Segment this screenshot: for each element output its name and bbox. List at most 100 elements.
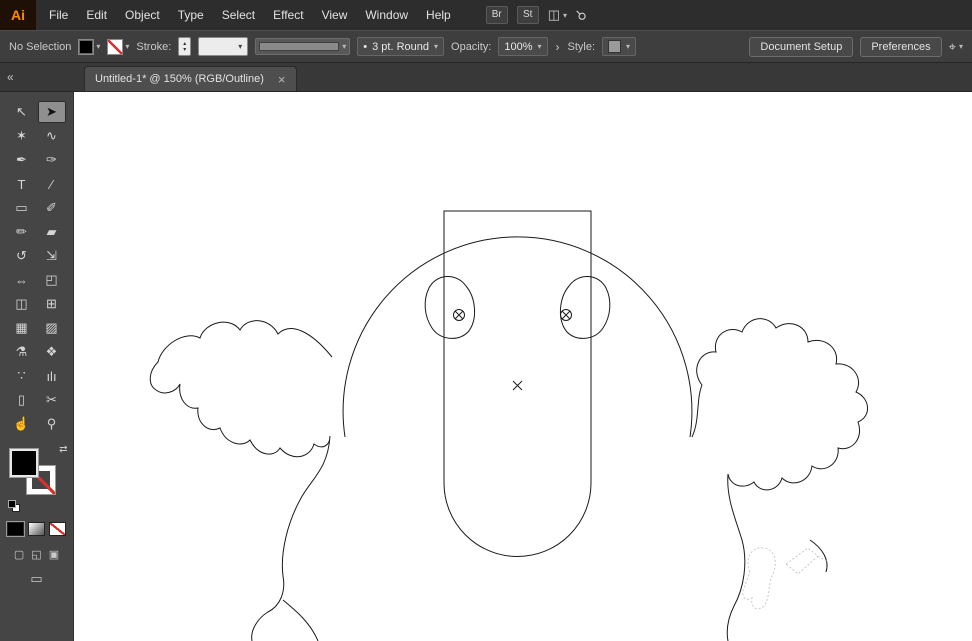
menubar-items: File Edit Object Type Select Effect View Window… bbox=[40, 0, 460, 30]
draw-inside-button[interactable]: ▣ bbox=[49, 548, 59, 561]
menu-select[interactable]: Select bbox=[213, 0, 264, 30]
menu-edit[interactable]: Edit bbox=[77, 0, 116, 30]
tool-perspective-grid[interactable]: ⊞ bbox=[38, 293, 66, 315]
preferences-button[interactable]: Preferences bbox=[860, 36, 942, 57]
tool-eraser[interactable]: ▰ bbox=[38, 221, 66, 243]
menubar-right: Br St ◫ ▾ ⚲ bbox=[485, 6, 590, 24]
menu-help[interactable]: Help bbox=[417, 0, 460, 30]
mesh-icon: ▦ bbox=[15, 320, 28, 335]
brush-preview-dot: • bbox=[363, 40, 368, 53]
rectangle-icon: ▭ bbox=[15, 200, 28, 215]
ghost-left-arm[interactable] bbox=[149, 320, 333, 641]
arrange-documents-icon: ◫ bbox=[547, 7, 561, 22]
graphic-style-combo[interactable]: ▾ bbox=[602, 37, 637, 56]
fill-color-control[interactable]: ▾ bbox=[78, 38, 101, 55]
variable-width-profile-combo[interactable]: ▾ bbox=[255, 38, 351, 55]
tool-gradient[interactable]: ▨ bbox=[38, 317, 66, 339]
tool-line-segment[interactable]: ∕ bbox=[38, 173, 66, 195]
default-fill-stroke-icon[interactable] bbox=[7, 500, 20, 512]
swap-fill-stroke-icon[interactable]: ⇄ bbox=[59, 444, 67, 455]
tool-shaper[interactable]: ✏ bbox=[8, 221, 36, 243]
tool-magic-wand[interactable]: ✶ bbox=[8, 125, 36, 147]
ghost-left-arm-tail[interactable] bbox=[282, 599, 319, 641]
touch-workspace-button[interactable]: ⌖ ▾ bbox=[949, 39, 963, 55]
tool-shape-builder[interactable]: ◫ bbox=[8, 293, 36, 315]
tool-mesh[interactable]: ▦ bbox=[8, 317, 36, 339]
fill-swatch[interactable] bbox=[8, 448, 39, 478]
chevron-down-icon: ▾ bbox=[125, 42, 130, 51]
tab-close-button[interactable]: × bbox=[278, 73, 286, 86]
document-tab-bar: « Untitled-1* @ 150% (RGB/Outline) × bbox=[0, 63, 972, 92]
tool-free-transform[interactable]: ◰ bbox=[38, 269, 66, 291]
tool-curvature[interactable]: ✑ bbox=[38, 149, 66, 171]
blend-icon: ❖ bbox=[45, 344, 58, 359]
right-eye-anchor-cross[interactable] bbox=[561, 310, 571, 320]
screen-mode-button[interactable]: ▭ bbox=[30, 571, 42, 587]
document-setup-button[interactable]: Document Setup bbox=[749, 36, 854, 57]
tool-artboard[interactable]: ▯ bbox=[8, 389, 36, 411]
menu-type[interactable]: Type bbox=[169, 0, 213, 30]
stroke-color-control[interactable]: ▾ bbox=[107, 38, 130, 55]
brush-definition-combo[interactable]: • 3 pt. Round ▾ bbox=[357, 37, 445, 56]
draw-behind-button[interactable]: ◱ bbox=[31, 548, 41, 561]
ghost-head-dome[interactable] bbox=[342, 236, 693, 438]
tool-type[interactable]: T bbox=[8, 173, 36, 195]
tool-rectangle[interactable]: ▭ bbox=[8, 197, 36, 219]
shaper-icon: ✏ bbox=[16, 224, 27, 239]
transparency-panel-chevron[interactable]: › bbox=[555, 40, 561, 54]
gradient-button[interactable] bbox=[28, 522, 45, 536]
app-logo: Ai bbox=[0, 0, 36, 30]
menu-effect[interactable]: Effect bbox=[264, 0, 312, 30]
stroke-weight-stepper[interactable]: ▴ ▾ bbox=[178, 37, 192, 56]
control-bar: No Selection ▾ ▾ Stroke: ▴ ▾ ▾ ▾ • 3 pt.… bbox=[0, 30, 972, 63]
symbol-sprayer-icon: ∵ bbox=[17, 368, 26, 383]
tool-symbol-sprayer[interactable]: ∵ bbox=[8, 365, 36, 387]
tool-zoom[interactable]: ⚲ bbox=[38, 413, 66, 435]
opacity-label: Opacity: bbox=[451, 40, 492, 53]
none-button[interactable] bbox=[49, 522, 66, 536]
tool-column-graph[interactable]: ılı bbox=[38, 365, 66, 387]
tool-lasso[interactable]: ∿ bbox=[38, 125, 66, 147]
tool-blend[interactable]: ❖ bbox=[38, 341, 66, 363]
menu-file[interactable]: File bbox=[40, 0, 77, 30]
chevron-down-icon: ▾ bbox=[96, 42, 101, 51]
paint-mode-buttons bbox=[7, 522, 66, 536]
tool-eyedropper[interactable]: ⚗ bbox=[8, 341, 36, 363]
menu-window[interactable]: Window bbox=[356, 0, 417, 30]
panel-collapse-button[interactable]: « bbox=[0, 70, 74, 84]
left-eye-anchor-cross[interactable] bbox=[454, 310, 464, 320]
color-button[interactable] bbox=[7, 522, 24, 536]
tool-pen[interactable]: ✒ bbox=[8, 149, 36, 171]
menubar: Ai File Edit Object Type Select Effect View Win… bbox=[0, 0, 972, 30]
menu-object[interactable]: Object bbox=[116, 0, 169, 30]
draw-normal-button[interactable]: ▢ bbox=[14, 548, 24, 561]
opacity-combo[interactable]: 100% ▾ bbox=[498, 37, 548, 56]
ghost-right-eye[interactable] bbox=[560, 276, 611, 339]
tool-rotate[interactable]: ↺ bbox=[8, 245, 36, 267]
ghost-left-eye[interactable] bbox=[424, 276, 475, 339]
bridge-button[interactable]: Br bbox=[485, 6, 508, 24]
stock-button[interactable]: St bbox=[516, 6, 539, 24]
tool-slice[interactable]: ✂ bbox=[38, 389, 66, 411]
center-point-cross[interactable] bbox=[512, 380, 523, 391]
tool-paintbrush[interactable]: ✐ bbox=[38, 197, 66, 219]
width-profile-preview bbox=[259, 42, 340, 51]
document-tab[interactable]: Untitled-1* @ 150% (RGB/Outline) × bbox=[84, 66, 297, 91]
menu-view[interactable]: View bbox=[313, 0, 357, 30]
search-button[interactable]: ⚲ bbox=[572, 7, 589, 24]
tool-direct-selection[interactable]: ➤ bbox=[37, 101, 66, 123]
tool-width[interactable]: ⇔ bbox=[8, 269, 36, 291]
chevron-down-icon: ▾ bbox=[342, 42, 347, 51]
document-tab-title: Untitled-1* @ 150% (RGB/Outline) bbox=[95, 73, 264, 85]
stroke-weight-combo[interactable]: ▾ bbox=[198, 37, 249, 56]
tool-hand[interactable]: ☝ bbox=[8, 413, 36, 435]
arrange-documents-button[interactable]: ◫ ▾ bbox=[548, 7, 567, 23]
tool-selection[interactable]: ↖ bbox=[8, 101, 36, 123]
ghost-right-arm[interactable] bbox=[691, 318, 868, 641]
hand-icon: ☝ bbox=[13, 416, 30, 431]
canvas[interactable] bbox=[74, 92, 972, 641]
line-segment-icon: ∕ bbox=[50, 176, 53, 192]
ghost-body-rectangle[interactable] bbox=[443, 210, 592, 557]
tool-scale[interactable]: ⇲ bbox=[38, 245, 66, 267]
selection-status: No Selection bbox=[9, 40, 72, 53]
